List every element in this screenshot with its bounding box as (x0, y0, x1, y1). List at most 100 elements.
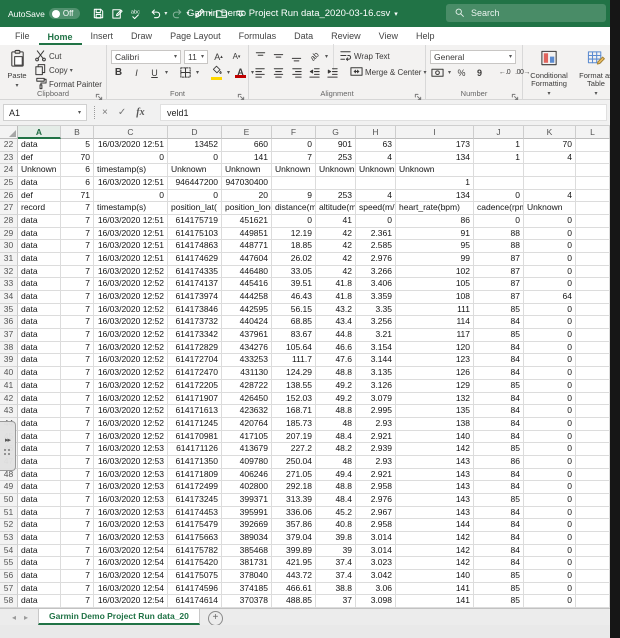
cell-l58[interactable] (576, 595, 610, 608)
decrease-indent-button[interactable] (307, 65, 322, 81)
cell-c50[interactable]: 16/03/2020 12:53 (94, 494, 168, 507)
cell-i51[interactable]: 143 (396, 507, 474, 520)
cell-f41[interactable]: 138.55 (272, 380, 316, 393)
cell-l40[interactable] (576, 367, 610, 380)
cell-f46[interactable]: 227.2 (272, 443, 316, 456)
cell-f44[interactable]: 185.73 (272, 418, 316, 431)
cell-g52[interactable]: 40.8 (316, 519, 356, 532)
row-number[interactable]: 50 (0, 494, 18, 507)
cell-h51[interactable]: 2.967 (356, 507, 396, 520)
cell-g45[interactable]: 48.4 (316, 431, 356, 444)
cell-d36[interactable]: 614173732 (168, 316, 222, 329)
cell-f29[interactable]: 12.19 (272, 228, 316, 241)
cell-j30[interactable]: 88 (474, 240, 524, 253)
cell-b54[interactable]: 7 (61, 545, 94, 558)
cell-l45[interactable] (576, 431, 610, 444)
cell-i53[interactable]: 142 (396, 532, 474, 545)
tab-draw[interactable]: Draw (122, 29, 161, 45)
cell-j35[interactable]: 85 (474, 304, 524, 317)
cell-b41[interactable]: 7 (61, 380, 94, 393)
cell-e39[interactable]: 433253 (222, 354, 272, 367)
cell-i46[interactable]: 142 (396, 443, 474, 456)
cell-a23[interactable]: def (18, 152, 61, 165)
sheet-nav-right-icon[interactable]: ▸ (24, 613, 28, 622)
cell-f49[interactable]: 292.18 (272, 481, 316, 494)
row-number[interactable]: 23 (0, 152, 18, 165)
cell-d33[interactable]: 614174137 (168, 278, 222, 291)
cut-button[interactable]: Cut (34, 50, 102, 63)
wrap-text-button[interactable]: Wrap Text (339, 49, 390, 64)
cell-k39[interactable]: 0 (524, 354, 576, 367)
cell-g57[interactable]: 38.8 (316, 583, 356, 596)
cell-g27[interactable]: altitude(m) (316, 202, 356, 215)
cell-c33[interactable]: 16/03/2020 12:52 (94, 278, 168, 291)
cell-c24[interactable]: timestamp(s) (94, 164, 168, 177)
row-number[interactable]: 34 (0, 291, 18, 304)
cell-c40[interactable]: 16/03/2020 12:52 (94, 367, 168, 380)
cell-f22[interactable]: 0 (272, 139, 316, 152)
cell-k37[interactable]: 0 (524, 329, 576, 342)
cell-b53[interactable]: 7 (61, 532, 94, 545)
cell-i38[interactable]: 120 (396, 342, 474, 355)
cell-b42[interactable]: 7 (61, 393, 94, 406)
cell-a57[interactable]: data (18, 583, 61, 596)
cell-i44[interactable]: 138 (396, 418, 474, 431)
cell-h27[interactable]: speed(m/ (356, 202, 396, 215)
cell-l22[interactable] (576, 139, 610, 152)
increase-indent-button[interactable] (325, 65, 340, 81)
merge-center-button[interactable]: Merge & Center ▾ (350, 65, 426, 80)
cell-g48[interactable]: 49.4 (316, 469, 356, 482)
cell-c35[interactable]: 16/03/2020 12:52 (94, 304, 168, 317)
sheet-tab-active[interactable]: Garmin Demo Project Run data_20 (38, 609, 200, 625)
cell-k58[interactable]: 0 (524, 595, 576, 608)
cell-e23[interactable]: 141 (222, 152, 272, 165)
cell-d26[interactable]: 0 (168, 190, 222, 203)
cell-l43[interactable] (576, 405, 610, 418)
cell-k46[interactable]: 0 (524, 443, 576, 456)
alignment-dialog-launcher-icon[interactable] (414, 88, 423, 97)
cell-b23[interactable]: 70 (61, 152, 94, 165)
cell-a43[interactable]: data (18, 405, 61, 418)
cell-d22[interactable]: 13452 (168, 139, 222, 152)
borders-button[interactable] (178, 65, 193, 81)
cell-h43[interactable]: 2.995 (356, 405, 396, 418)
cell-g58[interactable]: 37 (316, 595, 356, 608)
cell-a35[interactable]: data (18, 304, 61, 317)
cell-k22[interactable]: 70 (524, 139, 576, 152)
tab-formulas[interactable]: Formulas (230, 29, 286, 45)
cell-a42[interactable]: data (18, 393, 61, 406)
cell-i36[interactable]: 114 (396, 316, 474, 329)
clipboard-dialog-launcher-icon[interactable] (95, 88, 104, 97)
cell-i50[interactable]: 143 (396, 494, 474, 507)
cell-c56[interactable]: 16/03/2020 12:54 (94, 570, 168, 583)
cell-j53[interactable]: 84 (474, 532, 524, 545)
cell-a25[interactable]: data (18, 177, 61, 190)
cell-j49[interactable]: 84 (474, 481, 524, 494)
cell-g34[interactable]: 41.8 (316, 291, 356, 304)
cell-a45[interactable]: data (18, 431, 61, 444)
cell-a58[interactable]: data (18, 595, 61, 608)
cell-l32[interactable] (576, 266, 610, 279)
cell-a54[interactable]: data (18, 545, 61, 558)
cell-j47[interactable]: 86 (474, 456, 524, 469)
row-number[interactable]: 30 (0, 240, 18, 253)
save-icon[interactable] (90, 5, 107, 23)
cell-k56[interactable]: 0 (524, 570, 576, 583)
cell-g39[interactable]: 47.6 (316, 354, 356, 367)
cell-c58[interactable]: 16/03/2020 12:54 (94, 595, 168, 608)
cell-e38[interactable]: 434276 (222, 342, 272, 355)
cell-d43[interactable]: 614171613 (168, 405, 222, 418)
cell-g32[interactable]: 42 (316, 266, 356, 279)
cell-b50[interactable]: 7 (61, 494, 94, 507)
row-number[interactable]: 40 (0, 367, 18, 380)
cell-f37[interactable]: 83.67 (272, 329, 316, 342)
cell-h23[interactable]: 4 (356, 152, 396, 165)
cell-a31[interactable]: data (18, 253, 61, 266)
cell-h58[interactable]: 3.098 (356, 595, 396, 608)
tab-data[interactable]: Data (285, 29, 322, 45)
cell-c51[interactable]: 16/03/2020 12:53 (94, 507, 168, 520)
column-header-d[interactable]: D (168, 126, 222, 139)
cell-k48[interactable]: 0 (524, 469, 576, 482)
cell-l41[interactable] (576, 380, 610, 393)
cell-h57[interactable]: 3.06 (356, 583, 396, 596)
